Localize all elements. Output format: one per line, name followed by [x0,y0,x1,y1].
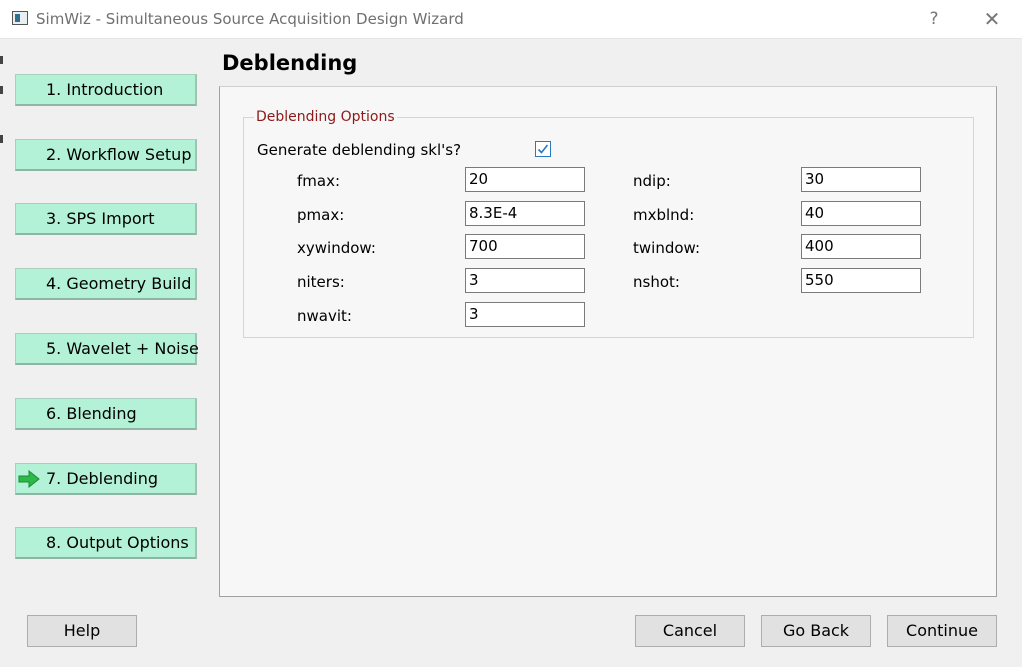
nwavit-label: nwavit: [297,307,352,325]
go-back-button[interactable]: Go Back [761,615,871,647]
fmax-label: fmax: [297,172,341,190]
nav-step-wavelet-noise[interactable]: 5. Wavelet + Noise [15,333,199,365]
app-icon [12,11,28,25]
ndip-label: ndip: [633,172,671,190]
mxblnd-input[interactable]: 40 [801,201,921,226]
fmax-input[interactable]: 20 [465,167,585,192]
niters-input[interactable]: 3 [465,268,585,293]
niters-label: niters: [297,273,345,291]
nav-step-output-options[interactable]: 8. Output Options [15,527,197,559]
xywindow-input[interactable]: 700 [465,234,585,259]
mxblnd-label: mxblnd: [633,206,695,224]
close-window-button[interactable]: ✕ [969,4,1015,34]
nav-step-label: 8. Output Options [46,533,189,552]
twindow-label: twindow: [633,239,701,257]
nav-step-label: 1. Introduction [46,80,164,99]
nav-step-deblending[interactable]: 7. Deblending [15,463,197,495]
nshot-input[interactable]: 550 [801,268,921,293]
continue-button[interactable]: Continue [887,615,997,647]
xywindow-label: xywindow: [297,239,376,257]
nav-step-label: 3. SPS Import [46,209,155,228]
nav-step-label: 5. Wavelet + Noise [46,339,199,358]
nav-step-label: 7. Deblending [46,469,158,488]
page-title: Deblending [222,51,358,75]
pmax-input[interactable]: 8.3E-4 [465,201,585,226]
group-title: Deblending Options [254,109,397,125]
pmax-label: pmax: [297,206,345,224]
generate-skl-label: Generate deblending skl's? [257,141,462,159]
checkmark-icon [537,144,549,154]
nav-step-label: 4. Geometry Build [46,274,192,293]
nshot-label: nshot: [633,273,680,291]
nav-step-blending[interactable]: 6. Blending [15,398,197,430]
edge-artifact [0,135,3,143]
title-bar: SimWiz - Simultaneous Source Acquisition… [0,0,1022,39]
ndip-input[interactable]: 30 [801,167,921,192]
nav-step-geometry-build[interactable]: 4. Geometry Build [15,268,197,300]
help-button[interactable]: Help [27,615,137,647]
edge-artifact [0,86,3,94]
content-panel: Deblending Options Generate deblending s… [219,86,997,597]
help-question-button[interactable]: ? [911,4,957,34]
twindow-input[interactable]: 400 [801,234,921,259]
edge-artifact [0,56,3,64]
nav-step-label: 2. Workflow Setup [46,145,192,164]
nav-step-label: 6. Blending [46,404,137,423]
arrow-right-icon [18,470,40,488]
nwavit-input[interactable]: 3 [465,302,585,327]
cancel-button[interactable]: Cancel [635,615,745,647]
deblending-options-group: Deblending Options Generate deblending s… [243,109,974,338]
nav-step-sps-import[interactable]: 3. SPS Import [15,203,197,235]
generate-skl-checkbox[interactable] [535,141,551,157]
window-title: SimWiz - Simultaneous Source Acquisition… [36,10,464,28]
nav-step-introduction[interactable]: 1. Introduction [15,74,197,106]
nav-step-workflow-setup[interactable]: 2. Workflow Setup [15,139,197,171]
